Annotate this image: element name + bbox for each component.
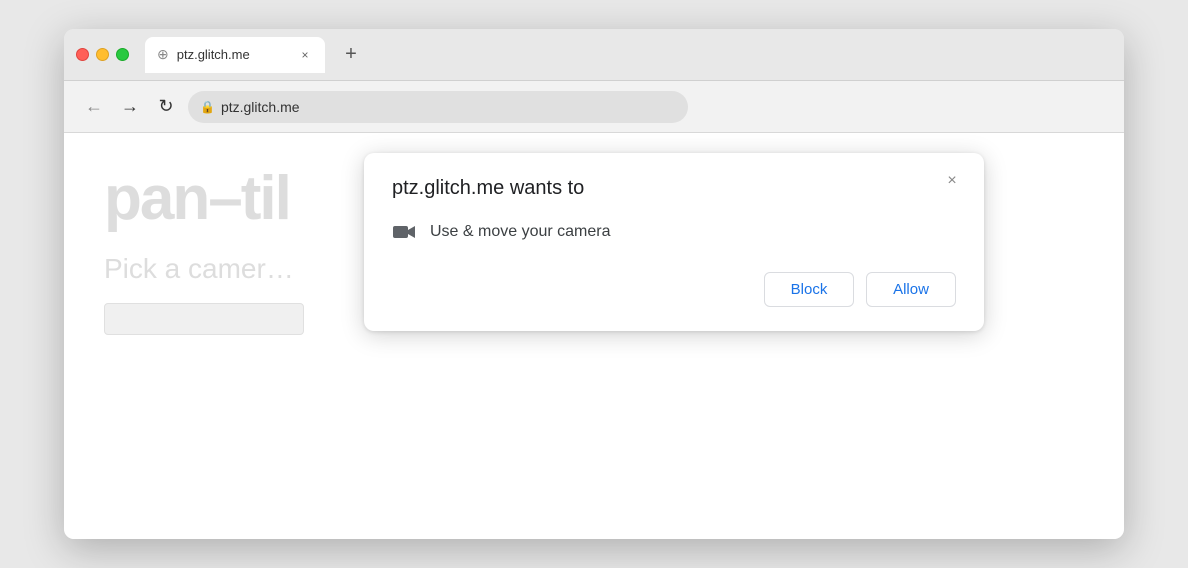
page-bg-input [104,303,304,335]
browser-window: ⊕ ptz.glitch.me × + ← → ↻ 🔒 ptz.glitch.m… [64,29,1124,539]
dialog-actions: Block Allow [392,272,956,307]
permission-dialog: × ptz.glitch.me wants to Use & move your… [364,153,984,331]
camera-icon [392,220,416,244]
tab-close-button[interactable]: × [297,47,313,63]
permission-text: Use & move your camera [430,223,611,241]
dialog-close-button[interactable]: × [940,169,964,193]
page-content: pan–til Pick a camer… × ptz.glitch.me wa… [64,133,1124,539]
page-bg-heading: pan–til [104,163,290,234]
page-bg-subtext: Pick a camer… [104,253,294,285]
maximize-traffic-light[interactable] [116,48,129,61]
close-traffic-light[interactable] [76,48,89,61]
browser-tab[interactable]: ⊕ ptz.glitch.me × [145,37,325,73]
minimize-traffic-light[interactable] [96,48,109,61]
allow-button[interactable]: Allow [866,272,956,307]
address-bar[interactable]: 🔒 ptz.glitch.me [188,91,688,123]
block-button[interactable]: Block [764,272,854,307]
new-tab-button[interactable]: + [337,41,365,69]
permission-row: Use & move your camera [392,220,956,244]
reload-button[interactable]: ↻ [152,93,180,121]
tab-move-icon: ⊕ [157,46,169,63]
forward-button[interactable]: → [116,93,144,121]
dialog-title: ptz.glitch.me wants to [392,177,956,200]
address-text: ptz.glitch.me [221,99,300,115]
nav-bar: ← → ↻ 🔒 ptz.glitch.me [64,81,1124,133]
traffic-lights [76,48,129,61]
tab-title: ptz.glitch.me [177,47,289,62]
lock-icon: 🔒 [200,100,215,114]
title-bar: ⊕ ptz.glitch.me × + [64,29,1124,81]
back-button[interactable]: ← [80,93,108,121]
